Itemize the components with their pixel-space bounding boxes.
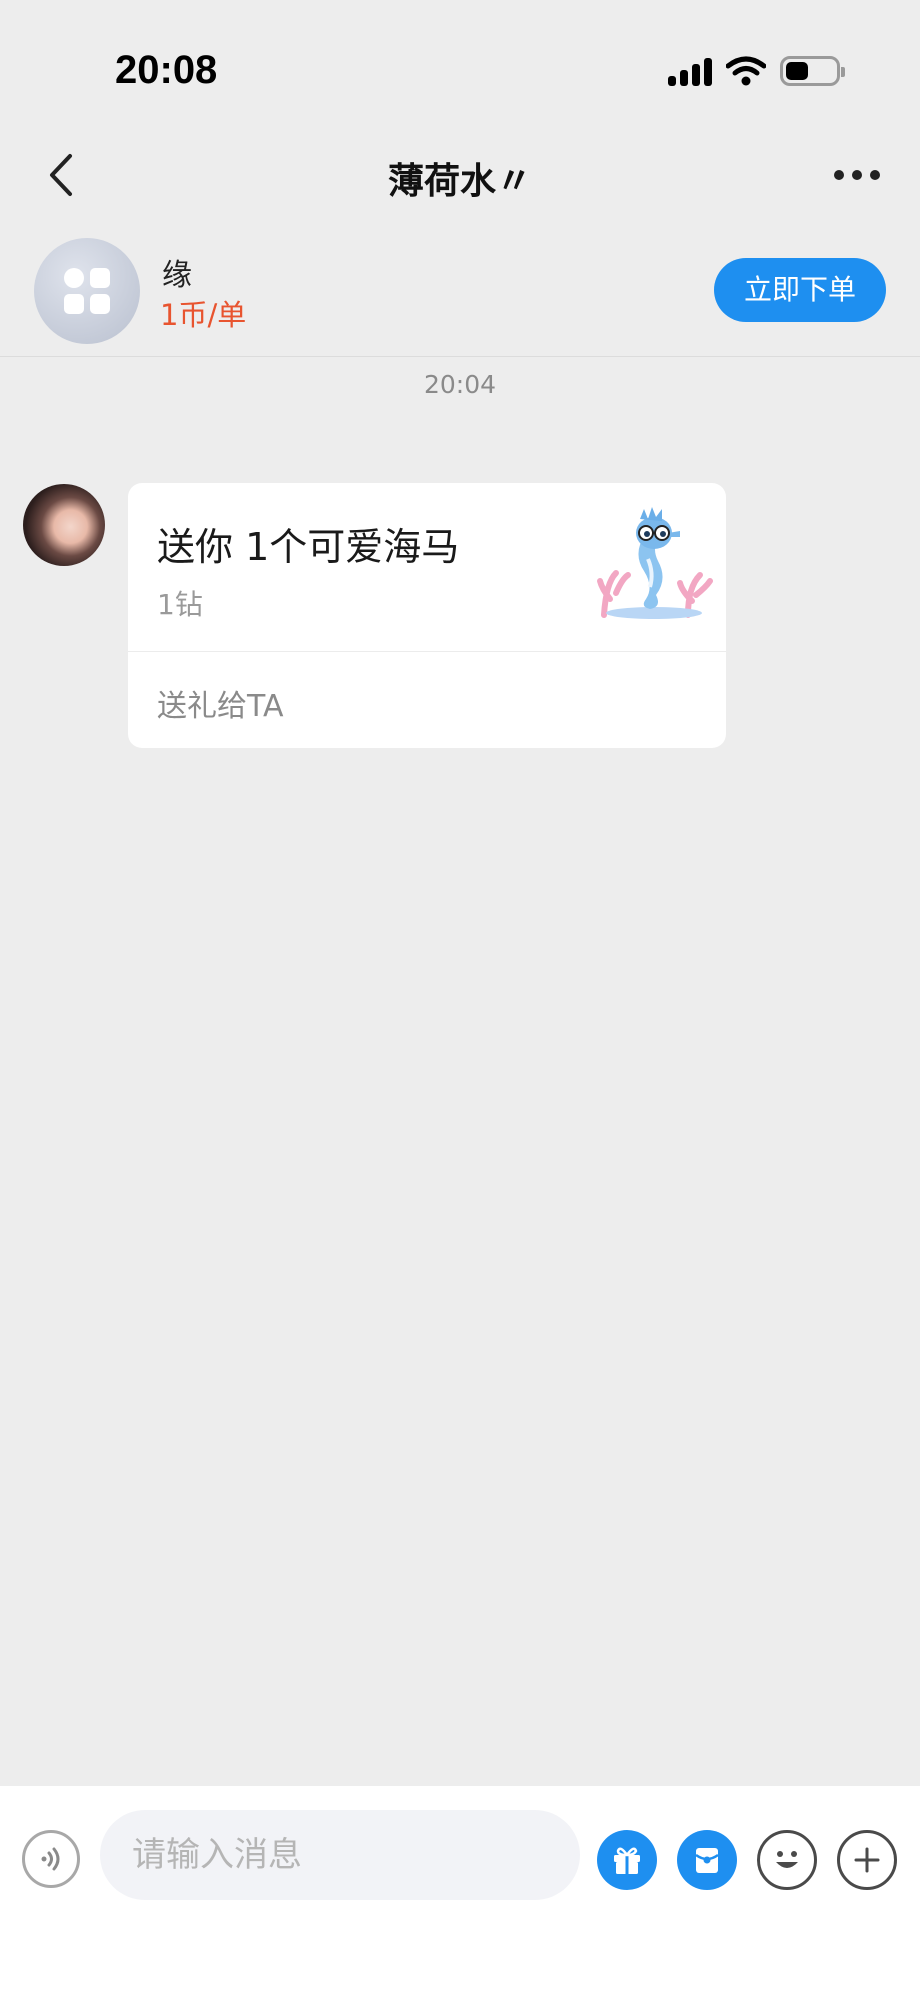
gift-price: 1钻 [157, 588, 203, 621]
more-horizontal-icon[interactable] [834, 160, 884, 190]
service-price: 1币/单 [160, 298, 247, 332]
avatar[interactable] [23, 484, 105, 566]
gift-message-card[interactable]: 送你 1个可爱海马 1钻 送礼给TA [128, 483, 726, 748]
nav-bar: 薄荷水〃 [0, 130, 920, 220]
status-bar: 20:08 [0, 0, 920, 140]
chat-timestamp: 20:04 [423, 370, 497, 399]
wifi-icon [726, 56, 766, 86]
divider [128, 651, 726, 652]
order-now-button[interactable]: 立即下单 [714, 258, 886, 322]
emoji-icon[interactable] [757, 1830, 817, 1890]
voice-icon[interactable] [22, 1830, 80, 1888]
status-time: 20:08 [115, 48, 218, 92]
cellular-signal-icon [668, 56, 712, 86]
apps-grid-icon [64, 268, 110, 314]
battery-fill [786, 62, 808, 80]
plus-icon[interactable] [837, 1830, 897, 1890]
send-gift-link[interactable]: 送礼给TA [157, 681, 284, 725]
page-title: 薄荷水〃 [387, 161, 532, 202]
input-bar [0, 1786, 920, 2000]
red-packet-icon[interactable] [677, 1830, 737, 1890]
battery-icon [780, 56, 845, 86]
seahorse-gift-icon [597, 507, 713, 619]
service-avatar[interactable] [34, 238, 140, 344]
status-icons [668, 56, 845, 86]
service-bar: 缘 1币/单 立即下单 [0, 230, 920, 357]
message-input[interactable] [100, 1810, 580, 1900]
gift-icon[interactable] [597, 1830, 657, 1890]
service-name: 缘 [162, 258, 192, 293]
gift-title: 送你 1个可爱海马 [157, 525, 460, 569]
